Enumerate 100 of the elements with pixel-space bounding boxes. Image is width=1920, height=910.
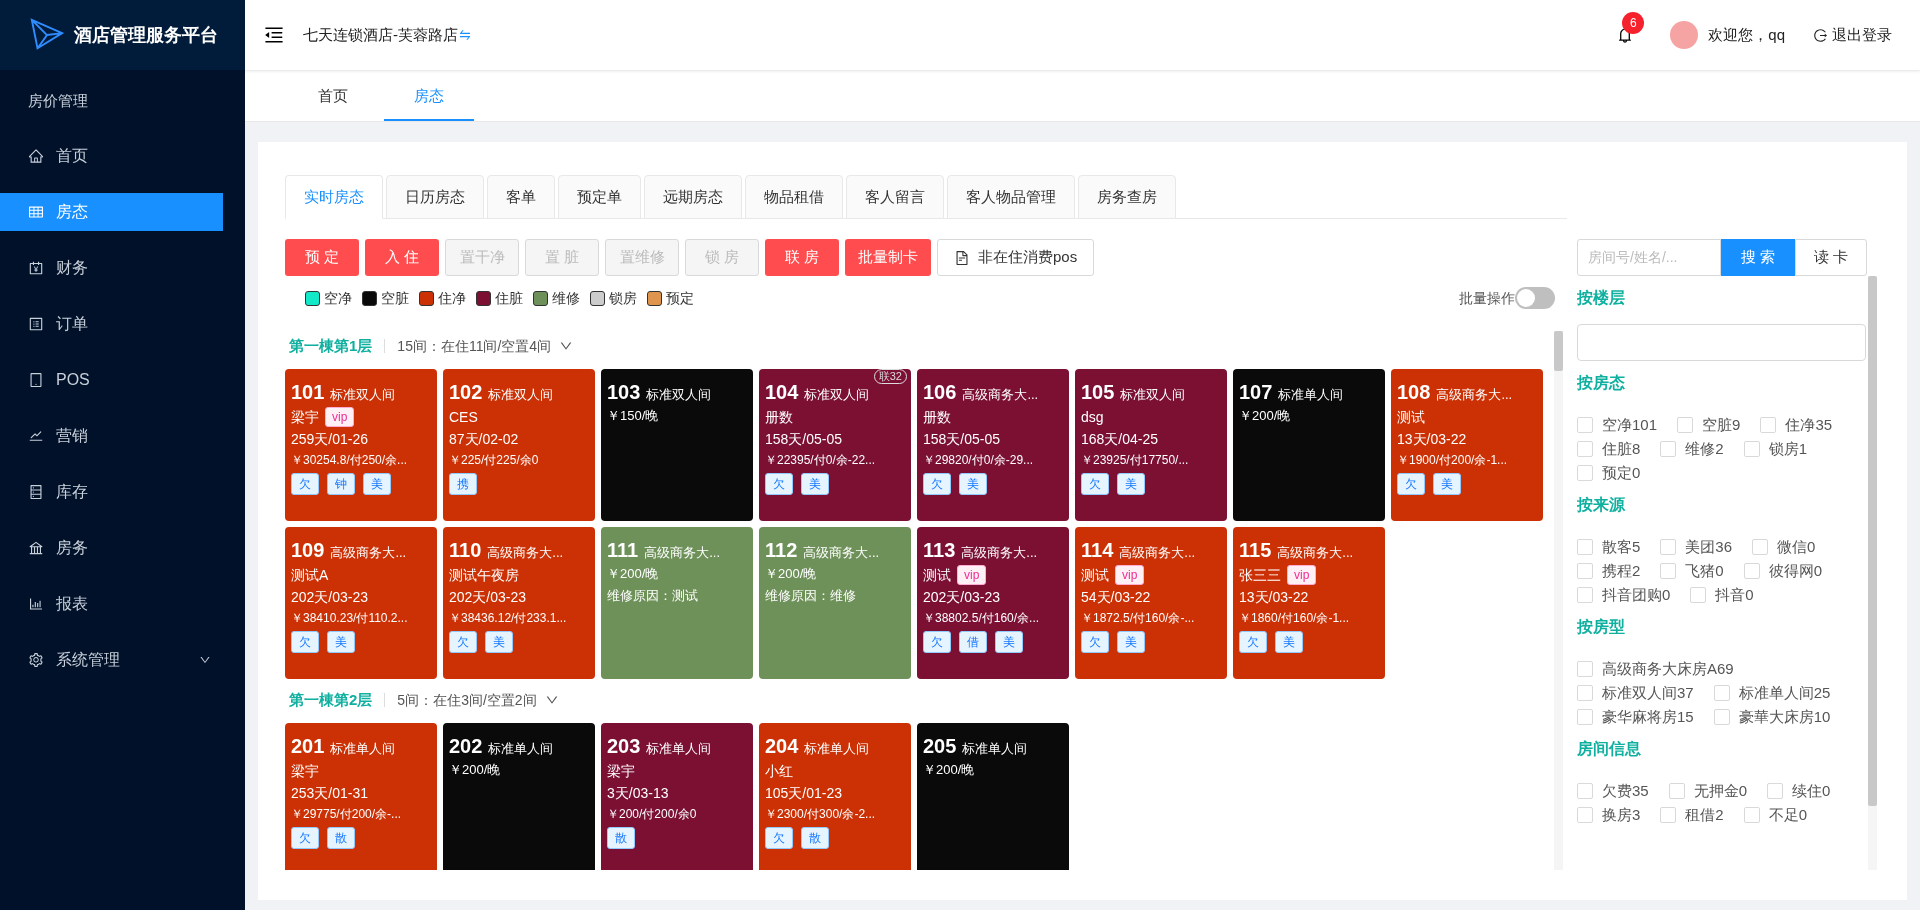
content-tab[interactable]: 客人物品管理 — [947, 175, 1075, 219]
checkbox-square[interactable] — [1577, 783, 1593, 799]
content-tab[interactable]: 客人留言 — [846, 175, 944, 219]
scrollbar-thumb[interactable] — [1868, 276, 1878, 806]
content-tab[interactable]: 房务查房 — [1078, 175, 1176, 219]
checkbox-square[interactable] — [1660, 807, 1677, 823]
filter-checkbox[interactable]: 抖音0 — [1690, 585, 1754, 605]
filter-checkbox[interactable]: 飞猪0 — [1660, 561, 1724, 581]
checkbox-square[interactable] — [1713, 709, 1730, 725]
room-card[interactable]: 203 标准单人间 梁宇 3天/03-13 ￥200/付200/余0 散 — [601, 723, 753, 870]
room-card[interactable]: 104 标准双人间 册数 158天/05-05 ￥22395/付0/余-22... 欠 美 联32 — [759, 369, 911, 521]
checkbox-square[interactable] — [1743, 807, 1760, 823]
sidebar-item[interactable]: POS — [0, 361, 223, 399]
room-card[interactable]: 103 标准双人间 ￥150/晚 — [601, 369, 753, 521]
room-card[interactable]: 108 高级商务大... 测试 13天/03-22 ￥1900/付200/余-1... 欠 美 — [1391, 369, 1543, 521]
checkbox-square[interactable] — [1577, 587, 1593, 603]
avatar[interactable] — [1670, 21, 1699, 49]
checkbox-square[interactable] — [1690, 587, 1707, 603]
sidebar-item[interactable]: 财务 — [0, 249, 223, 287]
action-button[interactable]: 非在住消费pos — [937, 239, 1095, 276]
checkbox-square[interactable] — [1743, 563, 1760, 579]
page-tab[interactable]: 首页 — [288, 73, 378, 121]
room-card[interactable]: 107 标准单人间 ￥200/晚 — [1233, 369, 1385, 521]
sidebar-item[interactable]: 房务 — [0, 529, 223, 567]
checkbox-square[interactable] — [1660, 563, 1677, 579]
room-card[interactable]: 101 标准双人间 梁宇 vip 259天/01-26 ￥30254.8/付250/余... 欠 钟 美 — [285, 369, 437, 521]
filter-checkbox[interactable]: 豪華大床房10 — [1713, 707, 1831, 727]
checkbox-square[interactable] — [1752, 539, 1769, 555]
checkbox-square[interactable] — [1743, 441, 1760, 457]
content-tab[interactable]: 物品租借 — [745, 175, 843, 219]
checkbox-square[interactable] — [1577, 661, 1593, 677]
filter-checkbox[interactable]: 微信0 — [1752, 537, 1816, 557]
room-card[interactable]: 113 高级商务大... 测试 vip 202天/03-23 ￥38802.5/付160/余... 欠 借 美 — [917, 527, 1069, 679]
filter-checkbox[interactable]: 续住0 — [1767, 781, 1831, 801]
room-card[interactable]: 106 高级商务大... 册数 158天/05-05 ￥29820/付0/余-29... 欠 美 — [917, 369, 1069, 521]
filter-checkbox[interactable]: 欠费35 — [1577, 781, 1649, 801]
filter-checkbox[interactable]: 携程2 — [1577, 561, 1641, 581]
content-tab[interactable]: 客单 — [487, 175, 555, 219]
filter-checkbox[interactable]: 空净101 — [1577, 415, 1658, 435]
checkbox-square[interactable] — [1677, 417, 1694, 433]
filter-checkbox[interactable]: 租借2 — [1660, 805, 1724, 825]
filter-checkbox[interactable]: 住脏8 — [1577, 439, 1641, 459]
filter-checkbox[interactable]: 标准双人间37 — [1577, 683, 1694, 703]
filter-checkbox[interactable]: 住净35 — [1760, 415, 1833, 435]
room-card[interactable]: 112 高级商务大... ￥200/晚 维修原因：维修 — [759, 527, 911, 679]
checkbox-square[interactable] — [1577, 417, 1593, 433]
sidebar-item[interactable]: 首页 — [0, 137, 223, 175]
sidebar-item[interactable]: 系统管理 — [0, 641, 223, 679]
filter-checkbox[interactable]: 高级商务大床房A69 — [1577, 659, 1734, 679]
checkbox-square[interactable] — [1577, 465, 1593, 481]
checkbox-square[interactable] — [1713, 685, 1730, 701]
filter-checkbox[interactable]: 标准单人间25 — [1713, 683, 1831, 703]
sidebar-item[interactable]: 库存 — [0, 473, 223, 511]
filter-checkbox[interactable]: 抖音团购0 — [1577, 585, 1671, 605]
checkbox-square[interactable] — [1760, 417, 1777, 433]
room-card[interactable]: 201 标准单人间 梁宇 253天/01-31 ￥29775/付200/余-... 欠 散 — [285, 723, 437, 870]
sidebar-item[interactable]: 报表 — [0, 585, 223, 623]
checkbox-square[interactable] — [1577, 685, 1593, 701]
content-tab[interactable]: 日历房态 — [386, 175, 484, 219]
room-card[interactable]: 115 高级商务大... 张三三 vip 13天/03-22 ￥1860/付160/余-1... 欠 美 — [1233, 527, 1385, 679]
room-card[interactable]: 110 高级商务大... 测试午夜房 202天/03-23 ￥38436.12/付233.1... 欠 美 — [443, 527, 595, 679]
room-card[interactable]: 102 标准双人间 CES 87天/02-02 ￥225/付225/余0 携 — [443, 369, 595, 521]
checkbox-square[interactable] — [1660, 539, 1677, 555]
room-card[interactable]: 204 标准单人间 小红 105天/01-23 ￥2300/付300/余-2... 欠 散 — [759, 723, 911, 870]
read-card-button[interactable]: 读 卡 — [1795, 239, 1867, 276]
sidebar-item[interactable]: 营销 — [0, 417, 223, 455]
content-tab[interactable]: 远期房态 — [644, 175, 742, 219]
sidebar-item[interactable]: 订单 — [0, 305, 223, 343]
filter-checkbox[interactable]: 不足0 — [1743, 805, 1808, 825]
checkbox-square[interactable] — [1668, 783, 1685, 799]
filter-checkbox[interactable]: 换房3 — [1577, 805, 1641, 825]
swap-icon[interactable] — [458, 28, 472, 42]
checkbox-square[interactable] — [1577, 539, 1593, 555]
logout-button[interactable]: 退出登录 — [1813, 23, 1892, 47]
scrollbar-thumb[interactable] — [1554, 331, 1563, 371]
filter-checkbox[interactable]: 散客5 — [1577, 537, 1641, 557]
batch-toggle[interactable] — [1515, 287, 1555, 309]
content-tab[interactable]: 预定单 — [558, 175, 641, 219]
filter-checkbox[interactable]: 彼得网0 — [1743, 561, 1823, 581]
filter-checkbox[interactable]: 美团36 — [1660, 537, 1733, 557]
filter-checkbox[interactable]: 豪华麻将房15 — [1577, 707, 1694, 727]
filter-checkbox[interactable]: 空脏9 — [1677, 415, 1741, 435]
filter-checkbox[interactable]: 无押金0 — [1668, 781, 1748, 801]
room-card[interactable]: 109 高级商务大... 测试A 202天/03-23 ￥38410.23/付110.2... 欠 美 — [285, 527, 437, 679]
room-card[interactable]: 105 标准双人间 dsg 168天/04-25 ￥23925/付17750/... 欠 美 — [1075, 369, 1227, 521]
floor-select[interactable] — [1577, 324, 1867, 361]
filter-checkbox[interactable]: 预定0 — [1577, 463, 1641, 483]
checkbox-square[interactable] — [1577, 709, 1593, 725]
menu-fold-icon[interactable] — [263, 24, 285, 46]
room-card[interactable]: 114 高级商务大... 测试 vip 54天/03-22 ￥1872.5/付160/余-... 欠 美 — [1075, 527, 1227, 679]
room-card[interactable]: 205 标准单人间 ￥200/晚 — [917, 723, 1069, 870]
filter-checkbox[interactable]: 锁房1 — [1743, 439, 1808, 459]
checkbox-square[interactable] — [1767, 783, 1784, 799]
filter-checkbox[interactable]: 维修2 — [1660, 439, 1724, 459]
room-card[interactable]: 111 高级商务大... ￥200/晚 维修原因：测试 — [601, 527, 753, 679]
search-field[interactable]: 房间号/姓名/... — [1577, 239, 1721, 276]
checkbox-square[interactable] — [1577, 563, 1593, 579]
room-card[interactable]: 202 标准单人间 ￥200/晚 — [443, 723, 595, 870]
checkbox-square[interactable] — [1577, 441, 1593, 457]
checkbox-square[interactable] — [1660, 441, 1677, 457]
